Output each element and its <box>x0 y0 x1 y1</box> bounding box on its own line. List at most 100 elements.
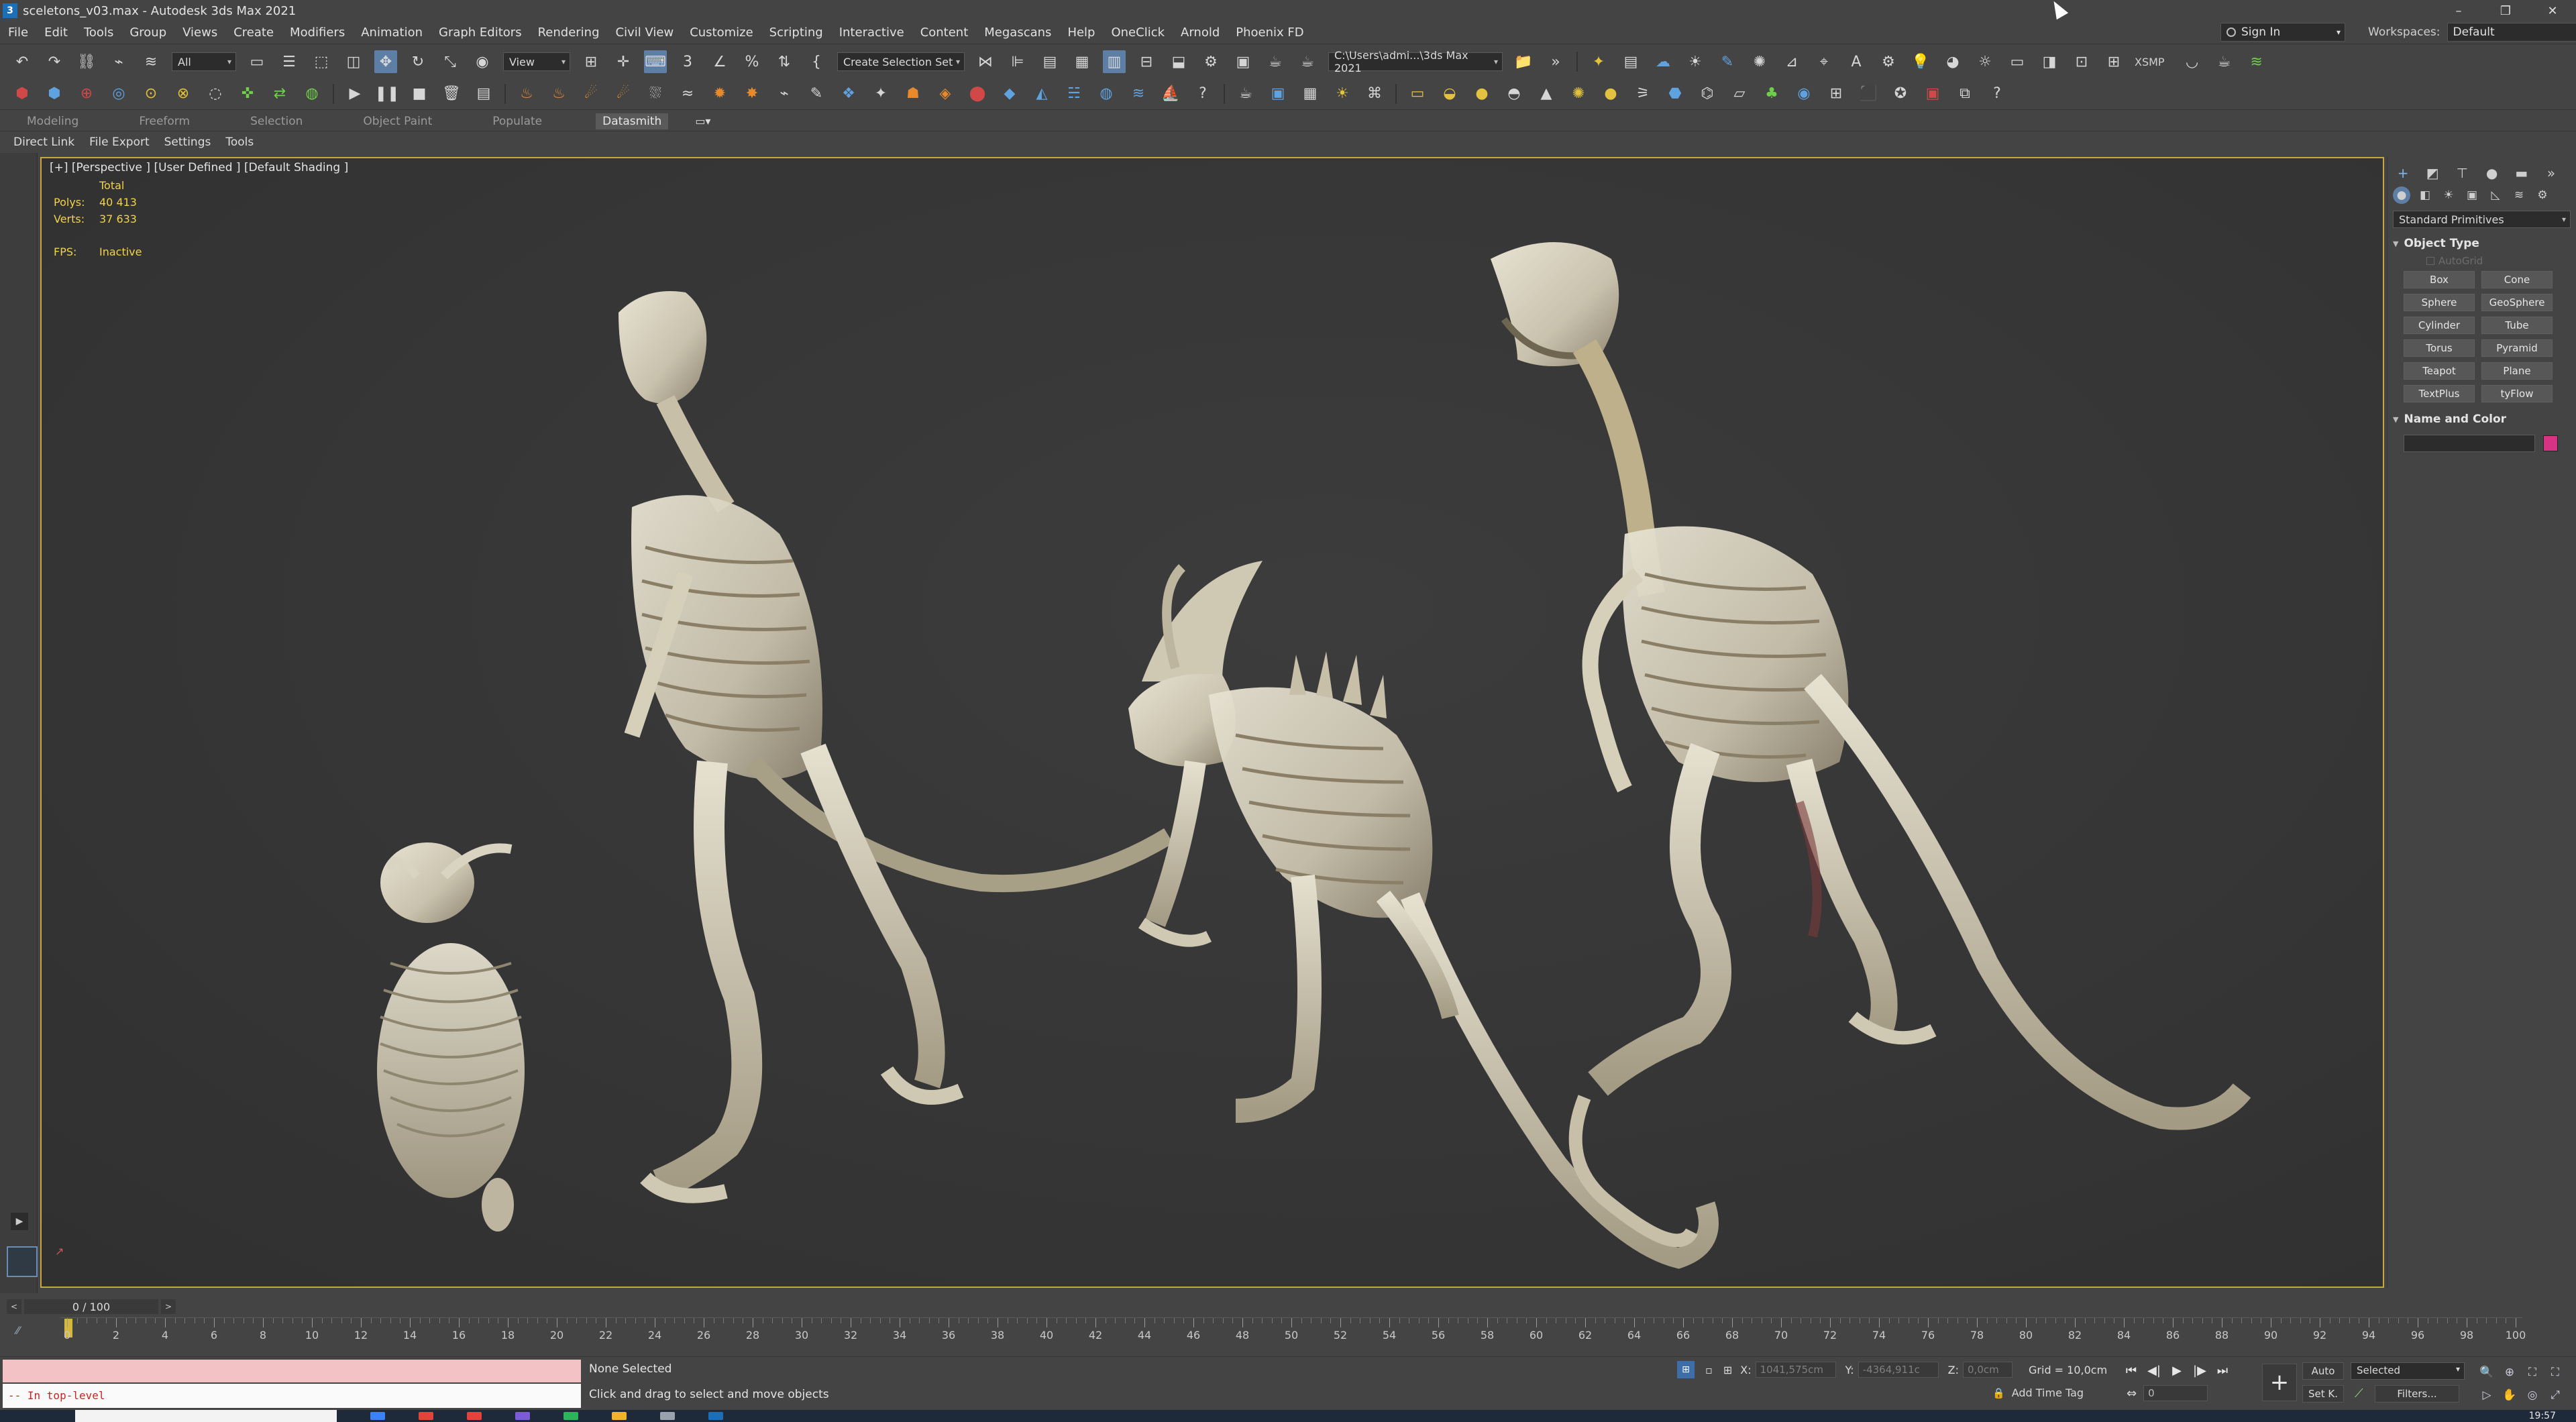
trackbar[interactable]: 0 2 4 6 8 10 12 14 16 18 20 22 24 26 28 30 32 34 36 38 40 42 4… <box>60 1317 2526 1348</box>
horned-skeleton-model[interactable] <box>1128 561 1719 1269</box>
z-coordinate-field[interactable]: 0,0cm <box>1963 1362 2013 1378</box>
pyramid-button[interactable]: Pyramid <box>2481 339 2553 357</box>
rectangular-selection-icon[interactable]: ⬚ <box>310 50 333 73</box>
zoom-extents-all-icon[interactable]: ⛶ <box>2544 1361 2567 1384</box>
redo-icon[interactable]: ↷ <box>43 50 66 73</box>
time-slider-thumb[interactable]: 0 / 100 <box>24 1299 158 1314</box>
phoenix-shore-icon[interactable]: ≋ <box>1127 83 1150 105</box>
menu-rendering[interactable]: Rendering <box>530 25 608 40</box>
previous-frame-icon[interactable]: < <box>7 1299 21 1314</box>
tab-selection[interactable]: Selection <box>244 113 309 129</box>
phoenix-vortex-icon[interactable]: ✦ <box>869 83 892 105</box>
geosphere-button[interactable]: GeoSphere <box>2481 294 2553 311</box>
arnold-bulb-icon[interactable]: 💡 <box>1909 50 1932 73</box>
taskbar-app-icon[interactable] <box>564 1412 578 1420</box>
vray-camera-icon[interactable]: ⌘ <box>1363 83 1386 105</box>
phoenix-drag-icon[interactable]: ❖ <box>837 83 860 105</box>
field-of-view-icon[interactable]: ▷ <box>2475 1384 2498 1407</box>
viewport-config-icon[interactable]: ◨ <box>2038 50 2061 73</box>
taskbar-app-icon[interactable] <box>660 1412 675 1420</box>
current-frame-field[interactable]: 0 <box>2143 1385 2208 1401</box>
cylinder-button[interactable]: Cylinder <box>2404 317 2475 334</box>
menu-content[interactable]: Content <box>912 25 977 40</box>
vray-sphere-icon[interactable]: ◉ <box>1792 83 1815 105</box>
object-type-rollout[interactable]: ▼ Object Type <box>2393 235 2571 252</box>
phoenix-fire-icon[interactable]: ♨ <box>515 83 538 105</box>
pivot-center-icon[interactable]: ⊞ <box>580 50 602 73</box>
toolbar-overflow-icon[interactable]: » <box>1544 50 1567 73</box>
absolute-offset-icon[interactable]: ⊞ <box>1723 1364 1732 1376</box>
phoenix-wave-icon[interactable]: ☵ <box>1063 83 1085 105</box>
lights-icon[interactable]: ☀ <box>2440 186 2457 204</box>
tube-button[interactable]: Tube <box>2481 317 2553 334</box>
keyboard-shortcut-override-icon[interactable]: ⌨ <box>644 50 667 73</box>
menu-arnold[interactable]: Arnold <box>1173 25 1228 40</box>
vray-frame-buffer-icon[interactable]: ▣ <box>1267 83 1289 105</box>
primitive-category-dropdown[interactable]: Standard Primitives <box>2393 211 2571 228</box>
plane-button[interactable]: Plane <box>2481 362 2553 380</box>
create-cylinder-icon[interactable]: ⊕ <box>75 83 98 105</box>
motion-tab-icon[interactable]: ● <box>2482 164 2502 182</box>
key-mode-toggle-icon[interactable]: ⇔ <box>2127 1386 2137 1401</box>
tab-freeform[interactable]: Freeform <box>132 113 197 129</box>
geometry-icon[interactable]: ● <box>2393 186 2410 204</box>
arnold-filter-icon[interactable]: ⊿ <box>1780 50 1803 73</box>
panel-expand-icon[interactable]: » <box>2541 164 2561 182</box>
curve-editor-icon[interactable]: ▥ <box>1103 50 1126 73</box>
name-and-color-rollout[interactable]: ▼ Name and Color <box>2393 411 2571 428</box>
phoenix-ripple-icon[interactable]: ◍ <box>1095 83 1118 105</box>
selection-lock-icon[interactable]: ⊞ <box>1677 1361 1695 1378</box>
app-icon[interactable]: 3 <box>3 3 17 18</box>
key-filter-dropdown[interactable]: Selected <box>2351 1362 2465 1380</box>
phoenix-record-icon[interactable]: ⬤ <box>966 83 989 105</box>
align-icon[interactable]: ⊫ <box>1006 50 1029 73</box>
taskbar-app-icon[interactable] <box>467 1412 482 1420</box>
select-and-move-icon[interactable]: ✥ <box>374 50 397 73</box>
vray-plane-light-icon[interactable]: ▭ <box>1406 83 1429 105</box>
maximize-viewport-icon[interactable]: ⤢ <box>2544 1384 2567 1407</box>
taskbar-search-box[interactable] <box>75 1410 337 1422</box>
phoenix-foam-icon[interactable]: ☗ <box>902 83 924 105</box>
maxscript-listener-input[interactable] <box>3 1360 581 1382</box>
menu-edit[interactable]: Edit <box>36 25 76 40</box>
settings-button[interactable]: Settings <box>164 135 211 149</box>
arnold-render-icon[interactable]: ☁ <box>1652 50 1674 73</box>
key-filters-button[interactable]: Filters... <box>2375 1385 2459 1403</box>
spinner-snap-icon[interactable]: ⇅ <box>773 50 796 73</box>
delete-icon[interactable]: 🗑 <box>440 83 463 105</box>
render-icon[interactable]: ☕ <box>1264 50 1287 73</box>
arnold-pin-icon[interactable]: ✎ <box>1716 50 1739 73</box>
vray-material-icon[interactable]: ▦ <box>1299 83 1322 105</box>
menu-interactive[interactable]: Interactive <box>831 25 912 40</box>
set-key-big-button[interactable]: + <box>2262 1364 2297 1401</box>
vray-sphere-light-icon[interactable]: ● <box>1470 83 1493 105</box>
close-button[interactable]: ✕ <box>2529 0 2576 21</box>
select-and-place-icon[interactable]: ◉ <box>471 50 494 73</box>
cameras-icon[interactable]: ▣ <box>2463 186 2481 204</box>
ribbon-options-icon[interactable]: ▭▾ <box>695 115 710 127</box>
shapes-icon[interactable]: ◧ <box>2416 186 2434 204</box>
phoenix-liquid-icon[interactable]: ☄ <box>580 83 602 105</box>
minimize-button[interactable]: – <box>2435 0 2482 21</box>
object-color-swatch[interactable] <box>2543 435 2558 451</box>
menu-file[interactable]: File <box>0 25 36 40</box>
tab-modeling[interactable]: Modeling <box>20 113 85 129</box>
next-frame-icon[interactable]: > <box>161 1299 176 1314</box>
menu-modifiers[interactable]: Modifiers <box>282 25 353 40</box>
display-tab-icon[interactable]: ▬ <box>2512 164 2532 182</box>
vray-sun-icon[interactable]: ✺ <box>1567 83 1590 105</box>
toggle-ribbon-icon[interactable]: ▦ <box>1071 50 1093 73</box>
vray-spot-icon[interactable]: ▲ <box>1535 83 1558 105</box>
pause-animation-icon[interactable]: ❚❚ <box>375 83 400 105</box>
orbit-icon[interactable]: ◎ <box>2521 1384 2544 1407</box>
phoenix-particle-icon[interactable]: ✸ <box>741 83 763 105</box>
xsmp-teapot-icon[interactable]: ☕ <box>2213 50 2236 73</box>
perspective-viewport[interactable]: [+] [Perspective ] [User Defined ] [Defa… <box>40 157 2384 1288</box>
schematic-view-icon[interactable]: ⊟ <box>1135 50 1158 73</box>
menu-megascans[interactable]: Megascans <box>976 25 1059 40</box>
render-setup-icon[interactable]: ⚙ <box>1199 50 1222 73</box>
vray-grid-icon[interactable]: ⊞ <box>1825 83 1847 105</box>
taskbar-app-icon[interactable] <box>370 1412 385 1420</box>
percent-snap-icon[interactable]: % <box>741 50 763 73</box>
vray-light-icon[interactable]: ☀ <box>1331 83 1354 105</box>
